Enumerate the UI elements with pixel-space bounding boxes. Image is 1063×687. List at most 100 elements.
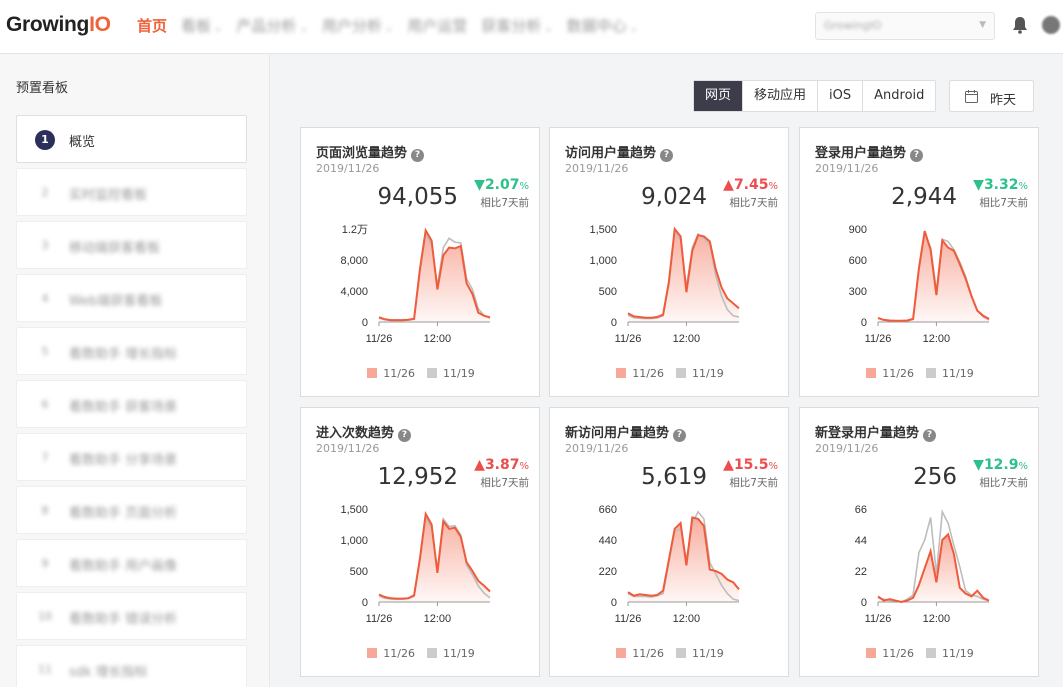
legend-item[interactable]: 11/26 [616,367,664,380]
project-select-value: GrowingIO [824,19,882,32]
y-tick-label: 1,000 [589,255,617,267]
triangle-up-icon: ▲ [723,177,734,193]
legend-item[interactable]: 11/19 [427,647,475,660]
y-tick-label: 500 [350,566,368,578]
card-change-value: 15.5 [733,457,769,473]
card-date: 2019/11/26 [565,442,629,455]
card-title-text: 新登录用户量趋势 [815,426,920,441]
triangle-up-icon: ▲ [474,457,485,473]
avatar[interactable] [1042,16,1060,34]
y-tick-label: 900 [849,224,867,236]
legend-item[interactable]: 11/26 [616,647,664,660]
legend-item[interactable]: 11/19 [926,367,974,380]
card-change: ▼12.9% [973,457,1028,473]
help-icon[interactable]: ? [411,149,425,162]
sidebar-item[interactable]: 11 sdk 增长指标 [16,645,247,687]
sidebar-item[interactable]: 3 移动端获客看板 [16,221,247,269]
trend-card: 登录用户量趋势? 2019/11/26 2,944 ▼3.32% 相比7天前 0 300 60… [799,127,1039,397]
card-change: ▼2.07% [474,177,529,193]
x-tick-label: 11/26 [865,613,892,625]
nav-item[interactable]: 看板 ⌄ [181,15,222,36]
date-picker-label: 昨天 [990,93,1017,108]
legend-item[interactable]: 11/19 [926,647,974,660]
sidebar-item[interactable]: 9 看数助手 用户画像 [16,539,247,587]
x-tick-label: 12:00 [424,333,452,345]
legend-item[interactable]: 11/26 [367,367,415,380]
card-change-unit: % [519,461,529,472]
platform-tab[interactable]: 移动应用 [743,81,819,111]
card-title-text: 进入次数趋势 [316,426,395,441]
date-picker-button[interactable]: 昨天 [949,80,1034,112]
y-tick-label: 44 [855,535,867,547]
y-tick-label: 660 [599,504,617,516]
y-tick-label: 22 [855,566,867,578]
sidebar-item-number: 8 [41,504,49,517]
nav-item[interactable]: 数据中心 ⌄ [567,15,638,36]
legend-label: 11/19 [443,367,475,380]
legend-item[interactable]: 11/26 [367,647,415,660]
sidebar-item-number: 1 [35,130,55,150]
nav-item-label: 看板 [181,17,212,35]
sidebar-item[interactable]: 8 看数助手 页面分析 [16,486,247,534]
nav-item-label: 产品分析 [236,17,297,35]
x-tick-label: 12:00 [673,333,701,345]
x-tick-label: 11/26 [366,333,393,345]
legend-label: 11/19 [692,647,724,660]
nav-item[interactable]: 用户分析 ⌄ [322,15,393,36]
card-change: ▲3.87% [474,457,529,473]
chevron-down-icon: ▼ [979,20,986,30]
card-date: 2019/11/26 [565,162,629,175]
sidebar-item-number: 7 [41,451,49,464]
chevron-down-icon: ⌄ [299,23,308,34]
legend-label: 11/19 [942,367,974,380]
legend-item[interactable]: 11/19 [676,367,724,380]
card-metric-value: 5,619 [641,464,707,490]
sidebar-item[interactable]: 7 看数助手 分享场景 [16,433,247,481]
triangle-down-icon: ▼ [973,457,984,473]
y-tick-label: 1,500 [589,224,617,236]
sidebar-item[interactable]: 4 Web端获客看板 [16,274,247,322]
y-tick-label: 500 [599,286,617,298]
help-icon[interactable]: ? [673,429,687,442]
top-navbar: GrowingIO 首页 看板 ⌄ 产品分析 ⌄ 用户分析 ⌄ 用户运营 获客分析 ⌄ 数据中心 ⌄ … [0,0,1063,54]
platform-tab[interactable]: 网页 [694,81,744,111]
trend-chart: 0 220 440 660 11/26 12:00 [599,504,740,625]
chart-legend: 11/26 11/19 [550,367,790,380]
card-change-unit: % [1018,461,1028,472]
platform-tab[interactable]: iOS [818,81,864,111]
legend-item[interactable]: 11/26 [866,647,914,660]
nav-item[interactable]: 获客分析 ⌄ [481,15,552,36]
sidebar-item[interactable]: 2 实时监控看板 [16,168,247,216]
card-change-unit: % [768,461,778,472]
card-compare-label: 相比7天前 [979,197,1028,209]
y-tick-label: 1,500 [340,504,368,516]
app-logo[interactable]: GrowingIO [6,13,111,37]
legend-item[interactable]: 11/19 [427,367,475,380]
help-icon[interactable]: ? [923,429,937,442]
project-select[interactable]: GrowingIO ▼ [815,12,995,40]
card-title-text: 页面浏览量趋势 [316,146,408,161]
sidebar-item[interactable]: 5 看数助手 增长指标 [16,327,247,375]
nav-item[interactable]: 首页 [137,15,167,36]
main-nav: 首页 看板 ⌄ 产品分析 ⌄ 用户分析 ⌄ 用户运营 获客分析 ⌄ 数据中心 ⌄ [137,15,638,36]
y-tick-label: 0 [611,597,617,609]
legend-label: 11/19 [692,367,724,380]
nav-item[interactable]: 用户运营 [407,15,467,36]
card-change-value: 2.07 [484,177,520,193]
sidebar-item[interactable]: 1 概览 [16,115,247,163]
help-icon[interactable]: ? [660,149,674,162]
trend-card: 页面浏览量趋势? 2019/11/26 94,055 ▼2.07% 相比7天前 0 4,00… [300,127,540,397]
nav-item[interactable]: 产品分析 ⌄ [236,15,307,36]
legend-item[interactable]: 11/26 [866,367,914,380]
help-icon[interactable]: ? [398,429,412,442]
bell-icon[interactable] [1012,16,1028,34]
sidebar-item[interactable]: 6 看数助手 获客场景 [16,380,247,428]
platform-switch: 网页 移动应用 iOS Android [693,80,937,112]
help-icon[interactable]: ? [910,149,924,162]
legend-label: 11/26 [383,367,415,380]
legend-swatch [427,648,437,658]
sidebar-item[interactable]: 10 看数助手 错误分析 [16,592,247,640]
legend-item[interactable]: 11/19 [676,647,724,660]
x-tick-label: 12:00 [923,333,951,345]
platform-tab[interactable]: Android [863,81,935,111]
